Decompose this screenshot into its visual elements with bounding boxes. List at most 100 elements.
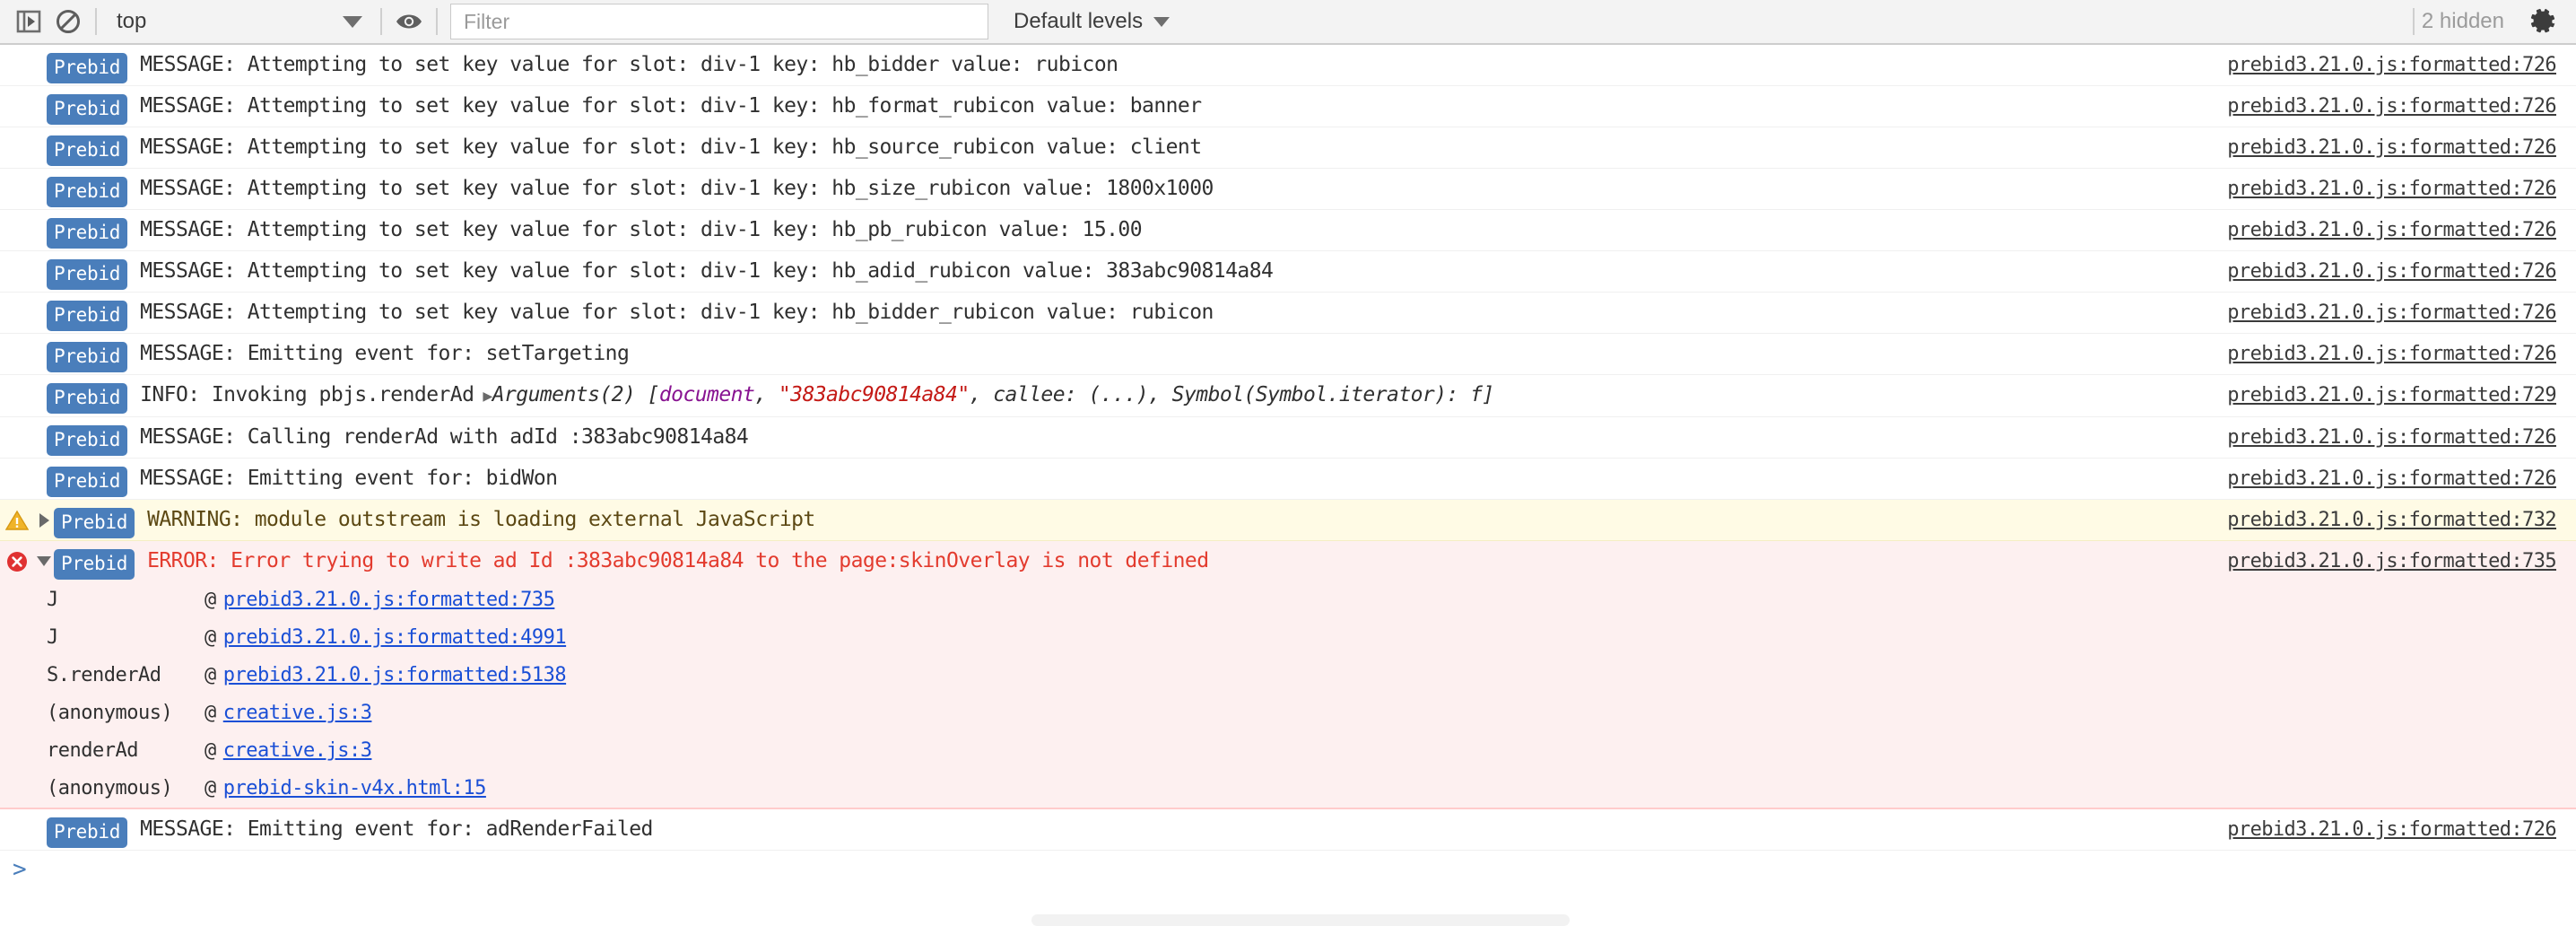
source-link[interactable]: prebid3.21.0.js:formatted:726 — [2227, 426, 2556, 449]
stack-frame-link[interactable]: prebid-skin-v4x.html:15 — [223, 770, 487, 808]
source-link[interactable]: prebid3.21.0.js:formatted:726 — [2227, 467, 2556, 490]
source-link[interactable]: prebid3.21.0.js:formatted:726 — [2227, 136, 2556, 159]
stack-frame-function: (anonymous) — [47, 777, 173, 799]
console-message-text: MESSAGE: Attempting to set key value for… — [140, 177, 1214, 200]
source-link[interactable]: prebid3.21.0.js:formatted:726 — [2227, 219, 2556, 241]
arguments-label: Arguments(2) [ — [492, 383, 660, 406]
arguments-expander-icon[interactable]: ▶ — [483, 387, 492, 406]
console-message-text: MESSAGE: Attempting to set key value for… — [140, 218, 1143, 241]
filter-input[interactable] — [462, 8, 977, 35]
stack-frame-at: @ — [205, 739, 216, 762]
source-link[interactable]: prebid3.21.0.js:formatted:726 — [2227, 301, 2556, 324]
console-row[interactable]: Prebid MESSAGE: Attempting to set key val… — [0, 251, 2576, 293]
sidebar-toggle-button[interactable] — [9, 2, 48, 41]
source-link[interactable]: prebid3.21.0.js:formatted:726 — [2227, 260, 2556, 283]
source-link[interactable]: prebid3.21.0.js:formatted:726 — [2227, 818, 2556, 841]
source-link[interactable]: prebid3.21.0.js:formatted:729 — [2227, 384, 2556, 406]
disclosure-triangle[interactable] — [34, 500, 54, 540]
stack-frame-link[interactable]: prebid3.21.0.js:formatted:735 — [223, 581, 555, 619]
stack-frame-at: @ — [205, 777, 216, 799]
console-row[interactable]: Prebid MESSAGE: Attempting to set key val… — [0, 169, 2576, 210]
console-row[interactable]: Prebid MESSAGE: Attempting to set key val… — [0, 210, 2576, 251]
argument-tail: , callee: (...), Symbol(Symbol.iterator)… — [969, 383, 1495, 406]
prebid-source-badge: Prebid — [47, 218, 128, 249]
console-row[interactable]: Prebid MESSAGE: Calling renderAd with adI… — [0, 417, 2576, 459]
stack-frame-link[interactable]: creative.js:3 — [223, 694, 372, 732]
console-row[interactable]: Prebid WARNING: module outstream is loadi… — [0, 500, 2576, 541]
chevron-down-icon — [1153, 16, 1171, 27]
prebid-source-badge: Prebid — [47, 53, 128, 83]
execution-context-select[interactable]: top — [104, 4, 373, 39]
console-prompt-row[interactable]: > — [0, 851, 2576, 892]
stack-frame-row[interactable]: (anonymous) @ creative.js:3 — [0, 694, 2576, 732]
live-expression-button[interactable] — [389, 2, 429, 41]
prebid-source-badge: Prebid — [47, 135, 128, 166]
console-row[interactable]: Prebid ERROR: Error trying to write ad Id… — [0, 541, 2576, 581]
stack-frame-function: J — [47, 626, 58, 649]
console-message-text: INFO: Invoking pbjs.renderAd — [140, 383, 474, 406]
panel-open-icon — [16, 10, 41, 33]
horizontal-scrollbar[interactable] — [0, 912, 2576, 926]
toolbar-right-group: 2 hidden — [2406, 2, 2563, 41]
console-row[interactable]: Prebid MESSAGE: Attempting to set key val… — [0, 45, 2576, 86]
toolbar-divider-4 — [2412, 8, 2415, 35]
console-row[interactable]: Prebid INFO: Invoking pbjs.renderAd ▶Argum… — [0, 375, 2576, 417]
console-message-text: MESSAGE: Emitting event for: adRenderFai… — [140, 817, 653, 841]
argument-separator: , — [754, 383, 779, 406]
prebid-source-badge: Prebid — [47, 259, 128, 290]
console-message-text: MESSAGE: Attempting to set key value for… — [140, 53, 1118, 76]
console-message-list[interactable]: Prebid MESSAGE: Attempting to set key val… — [0, 45, 2576, 926]
console-message-text: WARNING: module outstream is loading ext… — [147, 508, 815, 531]
prebid-source-badge: Prebid — [54, 549, 135, 580]
stack-frame-row[interactable]: renderAd @ creative.js:3 — [0, 732, 2576, 770]
stack-frame-row[interactable]: J @ prebid3.21.0.js:formatted:4991 — [0, 619, 2576, 657]
console-row[interactable]: Prebid MESSAGE: Emitting event for: setTa… — [0, 334, 2576, 375]
console-settings-button[interactable] — [2524, 2, 2563, 41]
warning-triangle-icon — [0, 500, 34, 540]
console-row[interactable]: Prebid MESSAGE: Emitting event for: bidWo… — [0, 459, 2576, 500]
log-levels-select[interactable]: Default levels — [1014, 9, 1171, 34]
stack-frame-at: @ — [205, 664, 216, 686]
console-arguments-preview[interactable]: ▶Arguments(2) [document, "383abc90814a84… — [474, 375, 1495, 416]
gear-icon — [2530, 8, 2555, 33]
stack-frame-at: @ — [205, 589, 216, 611]
stack-frame-link[interactable]: creative.js:3 — [223, 732, 372, 770]
source-link[interactable]: prebid3.21.0.js:formatted:732 — [2227, 509, 2556, 531]
source-link[interactable]: prebid3.21.0.js:formatted:726 — [2227, 178, 2556, 200]
error-circle-icon — [0, 541, 34, 581]
prebid-source-badge: Prebid — [47, 301, 128, 331]
stack-frame-function: J — [47, 589, 58, 611]
source-link[interactable]: prebid3.21.0.js:formatted:726 — [2227, 95, 2556, 118]
console-row[interactable]: Prebid MESSAGE: Attempting to set key val… — [0, 86, 2576, 127]
clear-console-button[interactable] — [48, 2, 88, 41]
stack-frame-at: @ — [205, 702, 216, 724]
stack-frame-link[interactable]: prebid3.21.0.js:formatted:5138 — [223, 657, 567, 694]
stack-frame-row[interactable]: S.renderAd @ prebid3.21.0.js:formatted:513… — [0, 657, 2576, 694]
source-link[interactable]: prebid3.21.0.js:formatted:726 — [2227, 54, 2556, 76]
source-link[interactable]: prebid3.21.0.js:formatted:735 — [2227, 550, 2556, 572]
prebid-source-badge: Prebid — [47, 342, 128, 372]
console-row[interactable]: Prebid MESSAGE: Attempting to set key val… — [0, 127, 2576, 169]
prebid-source-badge: Prebid — [47, 177, 128, 207]
console-row[interactable]: Prebid MESSAGE: Emitting event for: adRen… — [0, 809, 2576, 851]
console-row[interactable]: Prebid MESSAGE: Attempting to set key val… — [0, 293, 2576, 334]
prebid-source-badge: Prebid — [47, 425, 128, 456]
console-toolbar: top Default levels 2 hidden — [0, 0, 2576, 45]
stack-frame-at: @ — [205, 626, 216, 649]
source-link[interactable]: prebid3.21.0.js:formatted:726 — [2227, 343, 2556, 365]
stack-frame-function: renderAd — [47, 739, 138, 762]
stack-frame-link[interactable]: prebid3.21.0.js:formatted:4991 — [223, 619, 567, 657]
clear-console-icon — [57, 10, 80, 33]
live-expression-eye-icon — [396, 14, 422, 29]
horizontal-scrollbar-thumb[interactable] — [1031, 914, 1570, 926]
disclosure-triangle[interactable] — [34, 541, 54, 581]
log-levels-label: Default levels — [1014, 9, 1144, 33]
prompt-chevron-icon: > — [13, 856, 27, 883]
stack-frame-row[interactable]: J @ prebid3.21.0.js:formatted:735 — [0, 581, 2576, 619]
filter-box[interactable] — [450, 4, 988, 39]
stack-frame-row[interactable]: (anonymous) @ prebid-skin-v4x.html:15 — [0, 770, 2576, 809]
console-message-text: MESSAGE: Attempting to set key value for… — [140, 301, 1214, 324]
prebid-source-badge: Prebid — [54, 508, 135, 538]
execution-context-label: top — [117, 9, 147, 33]
prebid-source-badge: Prebid — [47, 817, 128, 848]
